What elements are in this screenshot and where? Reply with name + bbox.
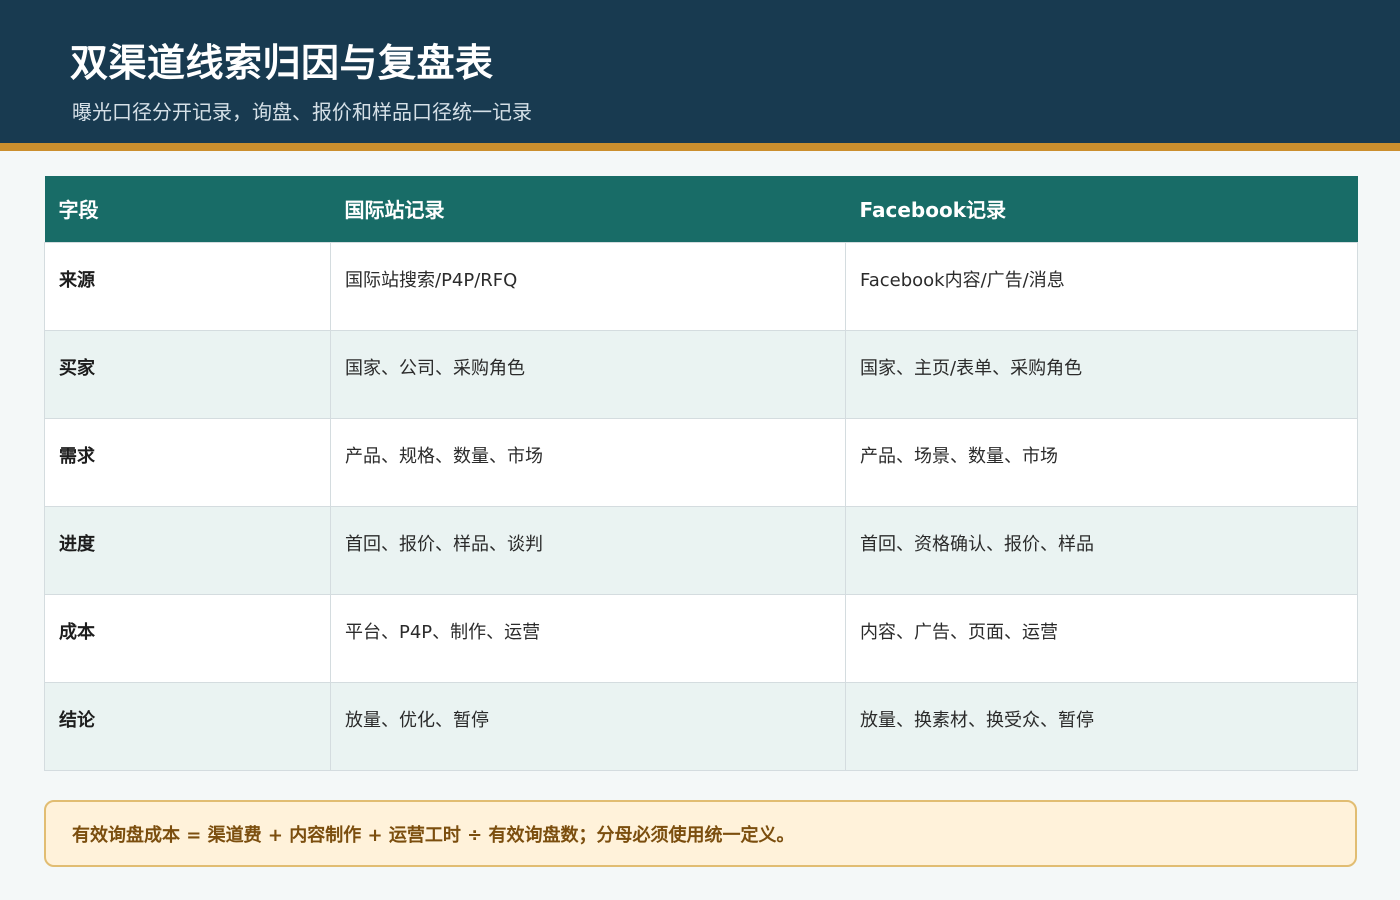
row-field-label: 买家 [44,329,331,419]
header-accent-stripe [0,143,1400,151]
facebook-cell: 内容、广告、页面、运营 [845,593,1358,683]
alibaba-cell: 国际站搜索/P4P/RFQ [330,241,846,331]
alibaba-cell: 放量、优化、暂停 [330,681,846,771]
table-row: 进度 首回、报价、样品、谈判 首回、资格确认、报价、样品 [44,505,1358,595]
page-title: 双渠道线索归因与复盘表 [70,41,494,85]
facebook-cell: Facebook内容/广告/消息 [845,241,1358,331]
formula-note-text: 有效询盘成本 = 渠道费 + 内容制作 + 运营工时 ÷ 有效询盘数；分母必须使… [72,824,795,846]
page-header: 双渠道线索归因与复盘表 曝光口径分开记录，询盘、报价和样品口径统一记录 [0,0,1400,143]
row-field-label: 来源 [44,241,331,331]
column-header-field: 字段 [44,176,331,242]
row-field-label: 需求 [44,417,331,507]
page-subtitle: 曝光口径分开记录，询盘、报价和样品口径统一记录 [72,100,532,124]
table-row: 结论 放量、优化、暂停 放量、换素材、换受众、暂停 [44,681,1358,771]
alibaba-cell: 产品、规格、数量、市场 [330,417,846,507]
alibaba-cell: 国家、公司、采购角色 [330,329,846,419]
facebook-cell: 产品、场景、数量、市场 [845,417,1358,507]
row-field-label: 进度 [44,505,331,595]
formula-note-box: 有效询盘成本 = 渠道费 + 内容制作 + 运营工时 ÷ 有效询盘数；分母必须使… [44,800,1357,867]
facebook-cell: 首回、资格确认、报价、样品 [845,505,1358,595]
alibaba-cell: 平台、P4P、制作、运营 [330,593,846,683]
table-row: 来源 国际站搜索/P4P/RFQ Facebook内容/广告/消息 [44,241,1358,331]
facebook-cell: 放量、换素材、换受众、暂停 [845,681,1358,771]
column-header-facebook: Facebook记录 [845,176,1358,242]
table-row: 买家 国家、公司、采购角色 国家、主页/表单、采购角色 [44,329,1358,419]
row-field-label: 结论 [44,681,331,771]
row-field-label: 成本 [44,593,331,683]
column-header-alibaba: 国际站记录 [330,176,846,242]
table-row: 成本 平台、P4P、制作、运营 内容、广告、页面、运营 [44,593,1358,683]
table-row: 需求 产品、规格、数量、市场 产品、场景、数量、市场 [44,417,1358,507]
table-header-row: 字段 国际站记录 Facebook记录 [44,176,1358,242]
attribution-table: 字段 国际站记录 Facebook记录 来源 国际站搜索/P4P/RFQ Fac… [44,176,1358,771]
facebook-cell: 国家、主页/表单、采购角色 [845,329,1358,419]
alibaba-cell: 首回、报价、样品、谈判 [330,505,846,595]
